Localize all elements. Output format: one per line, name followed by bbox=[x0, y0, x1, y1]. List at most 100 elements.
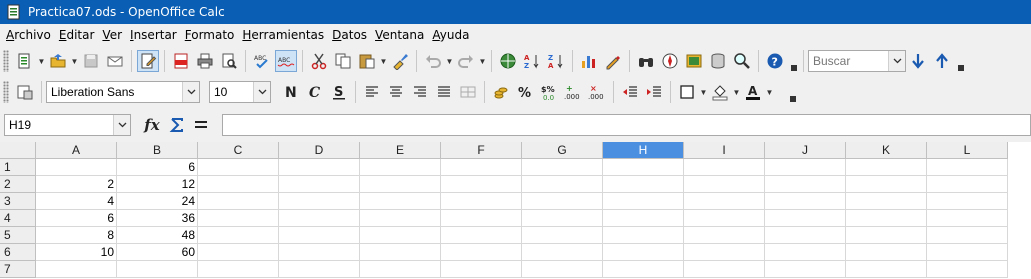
cell-a7[interactable] bbox=[36, 261, 117, 278]
row-header-2[interactable]: 2 bbox=[0, 176, 36, 193]
print-button[interactable] bbox=[194, 50, 216, 72]
undo-dropdown-arrow[interactable]: ▼ bbox=[445, 50, 454, 72]
menu-ayuda[interactable]: Ayuda bbox=[428, 24, 473, 46]
cell-h1[interactable] bbox=[603, 159, 684, 176]
cell-c6[interactable] bbox=[198, 244, 279, 261]
cell-h4[interactable] bbox=[603, 210, 684, 227]
copy-button[interactable] bbox=[332, 50, 354, 72]
toolbar-overflow[interactable] bbox=[956, 49, 966, 73]
cell-f7[interactable] bbox=[441, 261, 522, 278]
font-size-combo[interactable]: 10 bbox=[209, 81, 271, 103]
function-wizard-button[interactable]: fx bbox=[139, 114, 165, 136]
column-header-j[interactable]: J bbox=[765, 142, 846, 159]
row-header-3[interactable]: 3 bbox=[0, 193, 36, 210]
cell-i7[interactable] bbox=[684, 261, 765, 278]
borders-dropdown-arrow[interactable]: ▼ bbox=[699, 81, 708, 103]
cell-g1[interactable] bbox=[522, 159, 603, 176]
cell-h2[interactable] bbox=[603, 176, 684, 193]
navigator-button[interactable] bbox=[659, 50, 681, 72]
open-button[interactable] bbox=[47, 50, 69, 72]
sort-ascending-button[interactable]: AZ bbox=[521, 50, 543, 72]
gallery-button[interactable] bbox=[683, 50, 705, 72]
column-header-i[interactable]: I bbox=[684, 142, 765, 159]
cell-k5[interactable] bbox=[846, 227, 927, 244]
find-next-button[interactable] bbox=[907, 50, 929, 72]
increase-indent-button[interactable] bbox=[643, 81, 665, 103]
cell-e2[interactable] bbox=[360, 176, 441, 193]
toolbar-overflow[interactable] bbox=[788, 80, 798, 104]
cell-k7[interactable] bbox=[846, 261, 927, 278]
menu-editar[interactable]: Editar bbox=[55, 24, 99, 46]
new-document-button[interactable] bbox=[14, 50, 36, 72]
redo-button[interactable] bbox=[455, 50, 477, 72]
cell-e5[interactable] bbox=[360, 227, 441, 244]
cell-b2[interactable]: 12 bbox=[117, 176, 198, 193]
cell-e4[interactable] bbox=[360, 210, 441, 227]
cell-b1[interactable]: 6 bbox=[117, 159, 198, 176]
spellcheck-button[interactable]: ABC bbox=[251, 50, 273, 72]
column-header-h[interactable]: H bbox=[603, 142, 684, 159]
cell-d7[interactable] bbox=[279, 261, 360, 278]
cell-k4[interactable] bbox=[846, 210, 927, 227]
email-button[interactable] bbox=[104, 50, 126, 72]
cell-e6[interactable] bbox=[360, 244, 441, 261]
cell-h3[interactable] bbox=[603, 193, 684, 210]
draw-functions-button[interactable] bbox=[602, 50, 624, 72]
cell-i2[interactable] bbox=[684, 176, 765, 193]
row-header-1[interactable]: 1 bbox=[0, 159, 36, 176]
cell-g3[interactable] bbox=[522, 193, 603, 210]
menu-insertar[interactable]: Insertar bbox=[126, 24, 181, 46]
cell-d5[interactable] bbox=[279, 227, 360, 244]
delete-decimal-button[interactable]: × .000 bbox=[586, 81, 608, 103]
help-button[interactable]: ? bbox=[764, 50, 786, 72]
cell-j4[interactable] bbox=[765, 210, 846, 227]
data-sources-button[interactable] bbox=[707, 50, 729, 72]
styles-formatting-button[interactable] bbox=[14, 81, 36, 103]
find-previous-button[interactable] bbox=[931, 50, 953, 72]
background-color-button[interactable] bbox=[709, 81, 731, 103]
toolbar-grip[interactable] bbox=[3, 81, 9, 103]
column-header-b[interactable]: B bbox=[117, 142, 198, 159]
font-size-value[interactable]: 10 bbox=[210, 85, 253, 99]
search-input[interactable]: Buscar bbox=[809, 54, 888, 68]
cell-f4[interactable] bbox=[441, 210, 522, 227]
menu-ventana[interactable]: Ventana bbox=[371, 24, 428, 46]
column-header-k[interactable]: K bbox=[846, 142, 927, 159]
cell-d3[interactable] bbox=[279, 193, 360, 210]
export-pdf-button[interactable] bbox=[170, 50, 192, 72]
cell-a5[interactable]: 8 bbox=[36, 227, 117, 244]
cell-a6[interactable]: 10 bbox=[36, 244, 117, 261]
currency-format-button[interactable] bbox=[490, 81, 512, 103]
column-header-g[interactable]: G bbox=[522, 142, 603, 159]
open-dropdown-arrow[interactable]: ▼ bbox=[70, 50, 79, 72]
search-dropdown[interactable] bbox=[888, 51, 905, 71]
cell-a1[interactable] bbox=[36, 159, 117, 176]
cell-j7[interactable] bbox=[765, 261, 846, 278]
cell-l7[interactable] bbox=[927, 261, 1008, 278]
cell-f2[interactable] bbox=[441, 176, 522, 193]
cell-k2[interactable] bbox=[846, 176, 927, 193]
decrease-indent-button[interactable] bbox=[619, 81, 641, 103]
find-replace-button[interactable] bbox=[635, 50, 657, 72]
column-header-a[interactable]: A bbox=[36, 142, 117, 159]
cell-c4[interactable] bbox=[198, 210, 279, 227]
menu-herramientas[interactable]: Herramientas bbox=[238, 24, 328, 46]
autospellcheck-button[interactable]: ABC bbox=[275, 50, 297, 72]
row-header-5[interactable]: 5 bbox=[0, 227, 36, 244]
name-box-dropdown[interactable] bbox=[113, 115, 130, 135]
align-center-button[interactable] bbox=[385, 81, 407, 103]
cell-c7[interactable] bbox=[198, 261, 279, 278]
align-left-button[interactable] bbox=[361, 81, 383, 103]
cell-h6[interactable] bbox=[603, 244, 684, 261]
cell-j2[interactable] bbox=[765, 176, 846, 193]
cell-i5[interactable] bbox=[684, 227, 765, 244]
font-name-dropdown[interactable] bbox=[182, 82, 199, 102]
toolbar-overflow[interactable] bbox=[789, 49, 799, 73]
undo-button[interactable] bbox=[422, 50, 444, 72]
cell-d6[interactable] bbox=[279, 244, 360, 261]
cell-d1[interactable] bbox=[279, 159, 360, 176]
italic-button[interactable]: C bbox=[304, 81, 326, 103]
cell-b5[interactable]: 48 bbox=[117, 227, 198, 244]
column-header-f[interactable]: F bbox=[441, 142, 522, 159]
cell-k6[interactable] bbox=[846, 244, 927, 261]
